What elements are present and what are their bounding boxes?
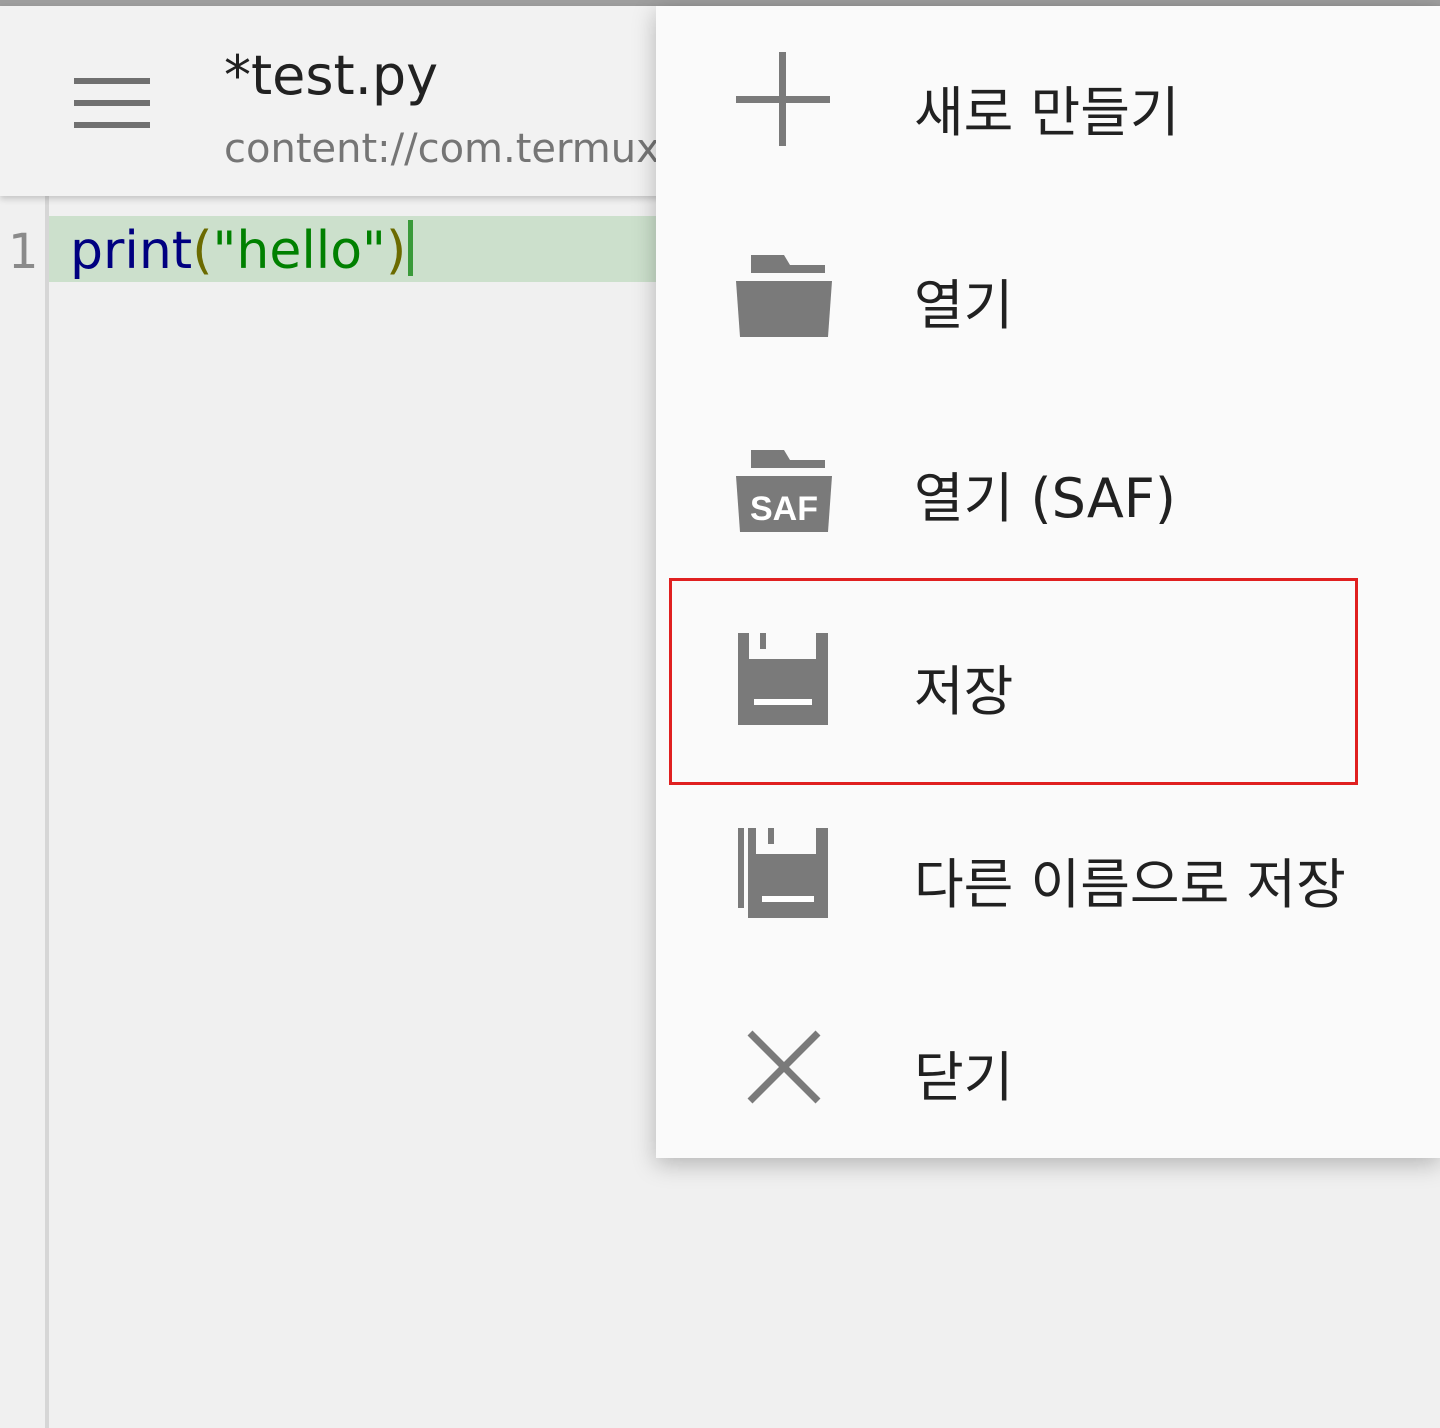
save-as-icon	[734, 824, 834, 924]
save-icon	[734, 631, 834, 731]
menu-item-label: 열기 (SAF)	[914, 467, 1176, 530]
svg-text:SAF: SAF	[750, 490, 818, 528]
menu-item-open-saf[interactable]: SAF 열기 (SAF)	[656, 392, 1440, 585]
gutter-divider	[45, 196, 49, 1428]
menu-item-label: 새로 만들기	[914, 81, 1180, 144]
code-string-token: "hello"	[212, 221, 386, 281]
menu-item-label: 열기	[914, 274, 1014, 337]
overflow-menu: 새로 만들기 열기 SAF 열기 (SAF) 저장 다른 이름으로 저장 닫기	[656, 6, 1440, 1158]
hamburger-menu-icon[interactable]	[72, 78, 152, 130]
file-path: content://com.termux.documents/tree/test…	[224, 126, 656, 172]
line-number: 1	[8, 224, 39, 280]
menu-item-close[interactable]: 닫기	[656, 971, 1440, 1164]
menu-item-new[interactable]: 새로 만들기	[656, 6, 1440, 199]
menu-item-label: 닫기	[914, 1046, 1014, 1109]
menu-item-save-as[interactable]: 다른 이름으로 저장	[656, 778, 1440, 971]
text-cursor	[408, 220, 414, 276]
menu-item-save[interactable]: 저장	[656, 585, 1440, 778]
code-paren-close: )	[385, 221, 407, 281]
code-function-token: print	[70, 221, 193, 281]
folder-icon	[734, 245, 834, 345]
plus-icon	[734, 52, 834, 152]
code-line[interactable]: print("hello")	[70, 220, 414, 281]
menu-item-open[interactable]: 열기	[656, 199, 1440, 392]
code-paren-open: (	[192, 221, 213, 281]
file-title: *test.py	[224, 44, 439, 107]
folder-saf-icon: SAF	[734, 438, 834, 538]
menu-item-label: 저장	[914, 660, 1014, 723]
close-icon	[734, 1017, 834, 1117]
menu-item-label: 다른 이름으로 저장	[914, 853, 1346, 916]
